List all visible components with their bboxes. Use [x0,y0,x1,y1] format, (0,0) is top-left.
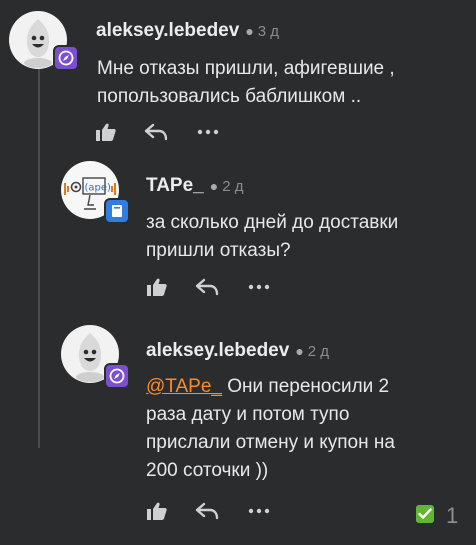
badge [53,45,79,71]
like-button[interactable] [145,500,169,522]
separator-dot: ● [295,343,304,359]
vote-count: 1 [446,503,459,528]
more-dots-icon [197,129,219,135]
like-button[interactable] [145,276,169,298]
author-name[interactable]: aleksey.lebedev [146,340,289,362]
like-button[interactable] [94,121,118,143]
more-options-button[interactable] [196,121,220,143]
reply-arrow-icon [195,502,219,520]
thumbs-up-icon [96,123,116,141]
badge [104,198,130,224]
compass-badge-icon [58,50,74,66]
reply-arrow-icon [144,123,168,141]
author-name[interactable]: TAPe_ [146,175,204,197]
reply-button[interactable] [142,121,170,143]
reply-arrow-icon [195,278,219,296]
author-name[interactable]: aleksey.lebedev [96,20,239,42]
thread-line [38,58,40,448]
comment-text: Мне отказы пришли, афигевшие , попользов… [97,58,395,107]
thumbs-up-icon [147,278,167,296]
separator-dot: ● [245,23,254,39]
comment-text: @TAPe_ Они переносили 2 раза дату и пото… [146,373,416,485]
checkmark-icon [418,508,432,519]
more-dots-icon [248,284,270,290]
more-options-button[interactable] [247,276,271,298]
badge [104,363,130,389]
accepted-check-button[interactable] [416,505,434,523]
user-mention-link[interactable]: @TAPe_ [146,376,222,397]
timestamp: 3 д [257,23,280,40]
reply-button[interactable] [193,500,221,522]
more-options-button[interactable] [247,500,271,522]
separator-dot: ● [209,178,219,194]
more-dots-icon [248,508,270,514]
compass-badge-icon [109,368,125,384]
timestamp: 2 д [307,343,330,360]
comment-text: за сколько дней до доставки пришли отказ… [146,212,399,261]
svg-text:(ape): (ape) [85,183,112,194]
reply-button[interactable] [193,276,221,298]
thumbs-up-icon [147,502,167,520]
book-badge-icon [112,205,122,217]
timestamp: 2 д [222,178,244,195]
